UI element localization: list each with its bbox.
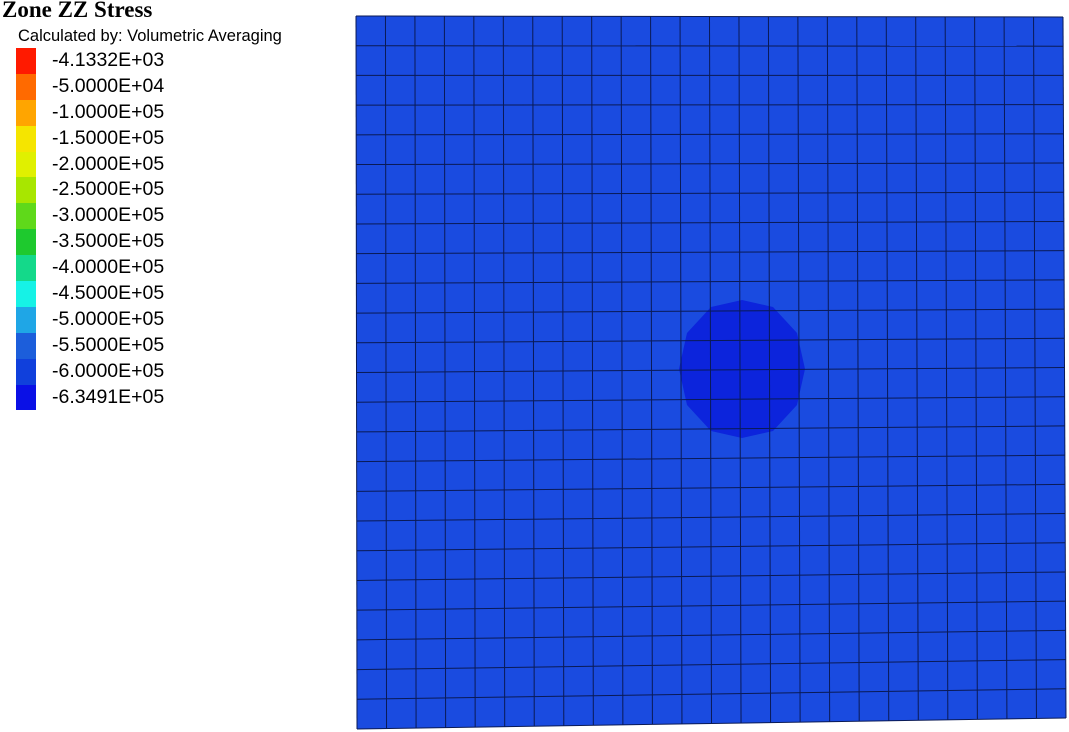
mesh-line — [356, 45, 1064, 47]
model-view[interactable] — [0, 0, 1069, 732]
mesh-line — [356, 104, 1064, 106]
